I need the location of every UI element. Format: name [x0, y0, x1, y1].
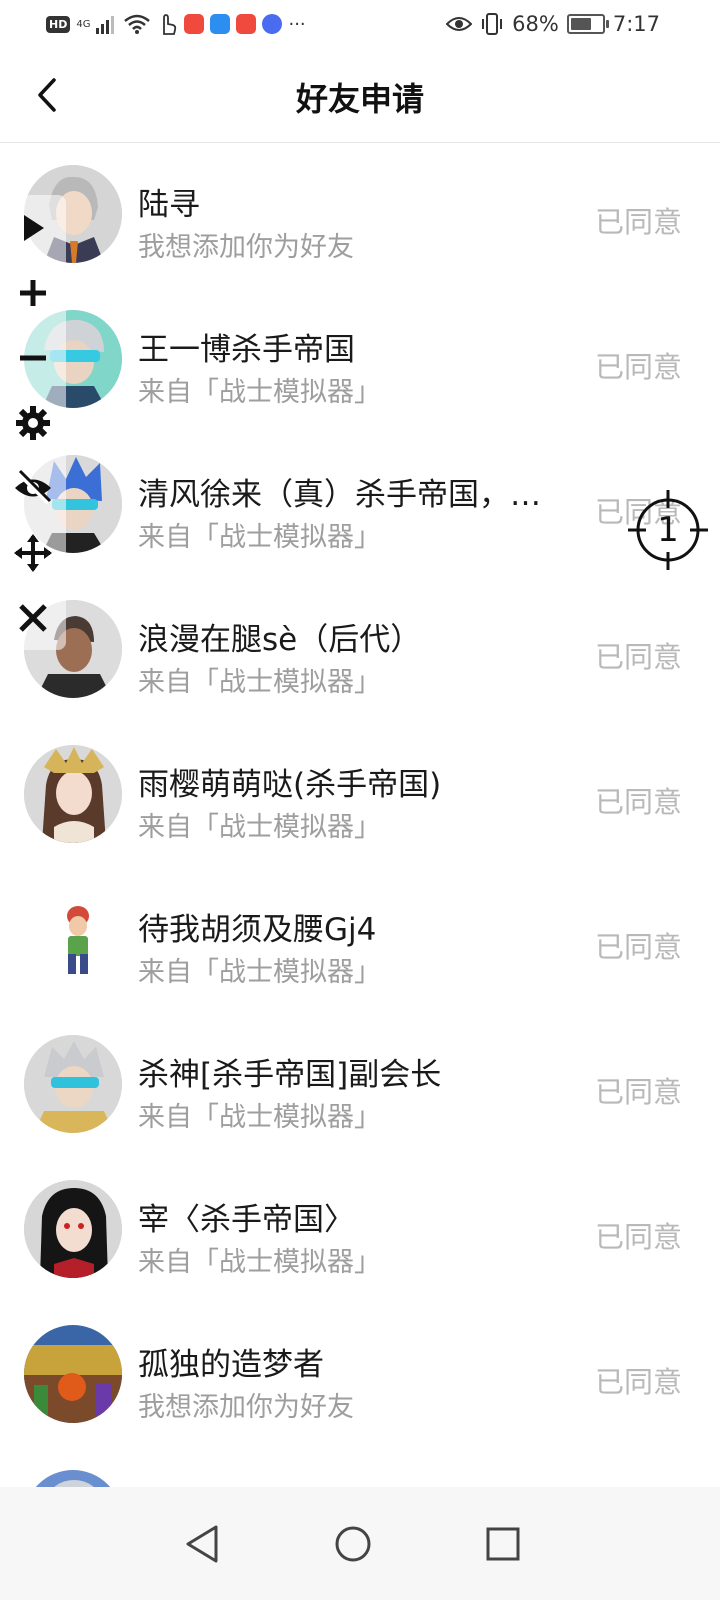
request-status: 已同意 [594, 640, 682, 674]
zoom-in-button[interactable] [12, 272, 54, 314]
music-app-icon [262, 14, 283, 34]
close-icon [19, 604, 47, 632]
avatar[interactable] [24, 1035, 122, 1133]
hide-button[interactable] [12, 467, 54, 509]
friend-request-row[interactable]: 雨樱萌萌哒(杀手帝国) 来自「战士模拟器」 已同意 [0, 723, 720, 868]
status-bar-left: HD 4G ··· [46, 10, 306, 38]
app-notification-icon [184, 14, 205, 34]
app-notification-icon [210, 14, 231, 34]
eye-icon [446, 17, 473, 31]
friend-request-row[interactable]: 王一博杀手帝国 来自「战士模拟器」 已同意 [0, 288, 720, 433]
hd-indicator: HD [46, 15, 71, 33]
crosshair-number: 1 [657, 510, 679, 550]
recents-square-icon [486, 1527, 520, 1561]
plus-icon [20, 280, 46, 306]
settings-button[interactable] [12, 402, 54, 444]
request-message: 来自「战士模拟器」 [138, 1247, 381, 1278]
zoom-out-button[interactable] [12, 337, 54, 379]
battery-level-fill [570, 18, 592, 30]
more-notifications-indicator: ··· [288, 13, 306, 35]
requester-name: 孤独的造梦者 [138, 1347, 324, 1383]
friend-request-row[interactable] [0, 1448, 720, 1488]
friend-request-row[interactable]: 待我胡须及腰Gj4 来自「战士模拟器」 已同意 [0, 868, 720, 1013]
friend-request-row[interactable]: 浪漫在腿sè（后代） 来自「战士模拟器」 已同意 [0, 578, 720, 723]
request-status: 已同意 [594, 205, 682, 239]
minus-icon [20, 355, 46, 361]
request-status: 已同意 [594, 785, 682, 819]
play-icon [24, 215, 44, 241]
eye-off-icon [15, 469, 52, 505]
wifi-icon [124, 14, 151, 34]
request-message: 来自「战士模拟器」 [138, 667, 381, 698]
nav-home-button[interactable] [318, 1509, 388, 1579]
network-type-indicator: 4G [76, 18, 91, 30]
request-message: 来自「战士模拟器」 [138, 1102, 381, 1133]
clock: 7:17 [612, 12, 660, 36]
request-status: 已同意 [594, 1075, 682, 1109]
friend-request-list: 陆寻 我想添加你为好友 已同意 王一博杀手帝国 来自「战士模拟器」 已同意 清风… [0, 143, 720, 1488]
crosshair-target[interactable]: 1 [628, 490, 708, 570]
request-status: 已同意 [594, 1220, 682, 1254]
friend-request-row[interactable]: 陆寻 我想添加你为好友 已同意 [0, 143, 720, 288]
page-title: 好友申请 [295, 80, 424, 118]
nav-recents-button[interactable] [468, 1509, 538, 1579]
move-icon [14, 534, 52, 572]
move-button[interactable] [12, 532, 54, 574]
requester-name: 清风徐来（真）杀手帝国，… [138, 477, 541, 513]
friend-request-row[interactable]: 宰〈杀手帝国〉 来自「战士模拟器」 已同意 [0, 1158, 720, 1303]
request-message: 来自「战士模拟器」 [138, 812, 381, 843]
friend-request-row[interactable]: 杀神[杀手帝国]副会长 来自「战士模拟器」 已同意 [0, 1013, 720, 1158]
touch-icon [163, 14, 177, 35]
avatar[interactable] [24, 1180, 122, 1278]
request-status: 已同意 [594, 1365, 682, 1399]
friend-request-row[interactable]: 清风徐来（真）杀手帝国，… 来自「战士模拟器」 已同意 [0, 433, 720, 578]
avatar[interactable] [24, 890, 122, 988]
request-message: 来自「战士模拟器」 [138, 522, 381, 553]
request-status: 已同意 [594, 930, 682, 964]
request-message: 来自「战士模拟器」 [138, 957, 381, 988]
system-nav-bar [0, 1487, 720, 1600]
requester-name: 王一博杀手帝国 [138, 332, 355, 368]
requester-name: 雨樱萌萌哒(杀手帝国) [138, 767, 442, 803]
app-header: 好友申请 [0, 48, 720, 143]
requester-name: 宰〈杀手帝国〉 [138, 1202, 355, 1238]
battery-icon [566, 14, 609, 34]
request-status: 已同意 [594, 350, 682, 384]
gear-icon [16, 406, 50, 440]
requester-name: 杀神[杀手帝国]副会长 [138, 1057, 442, 1093]
avatar[interactable] [24, 745, 122, 843]
floating-toolbar [0, 195, 66, 650]
nav-back-button[interactable] [168, 1509, 238, 1579]
avatar[interactable] [24, 1470, 122, 1488]
request-message: 我想添加你为好友 [138, 1392, 354, 1423]
requester-name: 待我胡须及腰Gj4 [138, 912, 377, 948]
requester-name: 浪漫在腿sè（后代） [138, 622, 422, 658]
status-bar-right: 68% 7:17 [446, 10, 660, 38]
play-button[interactable] [12, 207, 54, 249]
home-circle-icon [335, 1526, 371, 1562]
request-message: 来自「战士模拟器」 [138, 377, 381, 408]
status-bar: HD 4G ··· 68% 7:17 [0, 0, 720, 48]
avatar[interactable] [24, 1325, 122, 1423]
vibrate-icon [482, 13, 503, 35]
requester-name: 陆寻 [138, 187, 200, 223]
friend-request-row[interactable]: 孤独的造梦者 我想添加你为好友 已同意 [0, 1303, 720, 1448]
close-button[interactable] [12, 597, 54, 639]
request-message: 我想添加你为好友 [138, 232, 354, 263]
app-notification-icon [236, 14, 257, 34]
battery-percent: 68% [512, 12, 559, 36]
back-triangle-icon [186, 1525, 218, 1563]
signal-icon [96, 16, 115, 34]
